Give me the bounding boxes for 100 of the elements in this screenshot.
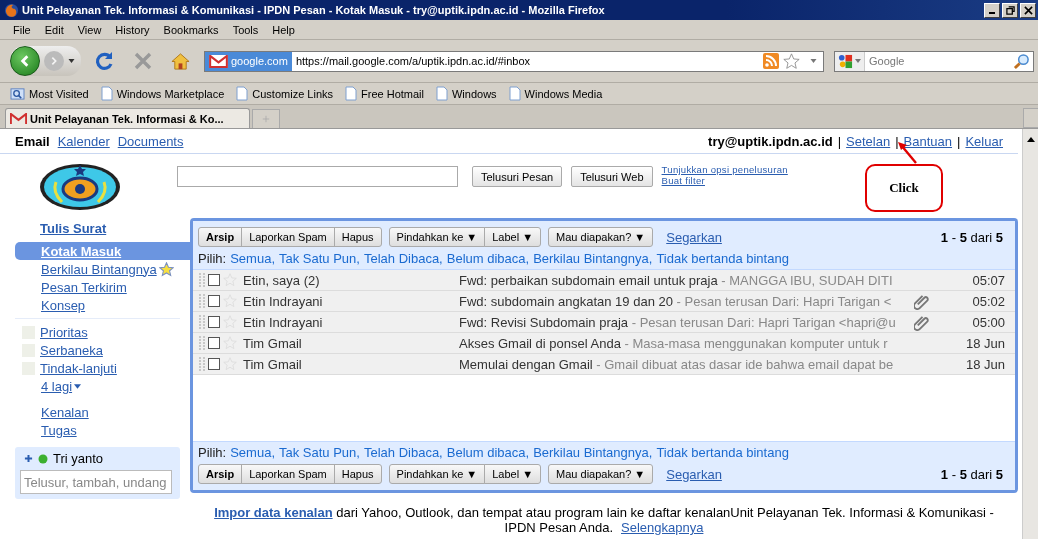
- row-checkbox[interactable]: [208, 358, 220, 370]
- header-link[interactable]: Keluar: [965, 134, 1003, 149]
- menu-button[interactable]: Label ▼: [484, 227, 542, 247]
- bookmark-label[interactable]: Free Hotmail: [361, 87, 424, 100]
- menu-item[interactable]: Edit: [37, 23, 71, 36]
- subject-cell[interactable]: Fwd: subdomain angkatan 19 dan 20 - Pesan terusan Dari: Hapri Tarigan <: [459, 293, 899, 309]
- menu-item[interactable]: View: [70, 23, 109, 36]
- back-button[interactable]: [10, 46, 40, 76]
- subject-cell[interactable]: Fwd: perbaikan subdomain email untuk praja - MANGGA IBU, SUDAH DITI: [459, 272, 899, 288]
- scrollbar[interactable]: [1022, 129, 1038, 539]
- bookmark-label[interactable]: Most Visited: [29, 87, 89, 100]
- header-link[interactable]: Bantuan: [903, 134, 953, 149]
- drag-handle-icon[interactable]: [199, 357, 205, 371]
- minimize-button[interactable]: [984, 2, 1000, 18]
- message-row[interactable]: Tim Gmail Memulai dengan Gmail - Gmail dibuat atas dasar ide bahwa email dapat be 18 Jun: [193, 354, 1015, 375]
- message-row[interactable]: Tim Gmail Akses Gmail di ponsel Anda - Masa-masa menggunakan komputer untuk r 18 Jun: [193, 333, 1015, 354]
- app-link[interactable]: Documents: [117, 134, 184, 149]
- toolbar-button[interactable]: Hapus: [333, 464, 382, 484]
- row-checkbox[interactable]: [208, 316, 220, 328]
- subject-cell[interactable]: Fwd: Revisi Subdomain praja - Pesan terusan Dari: Hapri Tarigan <hapri@u: [459, 314, 899, 330]
- tab-list-button[interactable]: [1023, 108, 1038, 128]
- toolbar-button[interactable]: Arsip: [198, 464, 243, 484]
- scroll-up-icon[interactable]: [1026, 137, 1035, 142]
- folder-item[interactable]: Pesan Terkirim: [15, 278, 180, 296]
- header-link[interactable]: Setelan: [846, 134, 891, 149]
- rss-icon[interactable]: [763, 53, 779, 69]
- message-row[interactable]: Etin, saya (2) Fwd: perbaikan subdomain email untuk praja - MANGGA IBU, SUDAH DITI 05:07: [193, 270, 1015, 291]
- bookmark-star-icon[interactable]: [783, 52, 800, 70]
- select-link[interactable]: Tak Satu Pun,: [279, 445, 360, 460]
- search-bar[interactable]: Google: [834, 50, 1034, 72]
- select-link[interactable]: Tidak bertanda bintang: [656, 445, 789, 460]
- sidebar-link[interactable]: Tugas: [41, 422, 77, 440]
- select-link[interactable]: Telah Dibaca,: [363, 251, 443, 266]
- address-bar[interactable]: google.com https://mail.google.com/a/uptik.ipdn.ac.id/#inbox: [204, 50, 824, 72]
- more-labels-link[interactable]: 4 lagi: [22, 377, 190, 395]
- menu-item[interactable]: Tools: [225, 23, 266, 36]
- drag-handle-icon[interactable]: [199, 273, 205, 287]
- app-link[interactable]: Kalender: [57, 134, 110, 149]
- label-link[interactable]: Tindak-lanjuti: [40, 360, 117, 376]
- select-link[interactable]: Telah Dibaca,: [363, 445, 443, 460]
- select-link[interactable]: Belum dibaca,: [446, 251, 530, 266]
- bookmark-label[interactable]: Windows Marketplace: [116, 87, 225, 100]
- bookmark-label[interactable]: Windows: [452, 87, 497, 100]
- learn-more-link[interactable]: Selengkapnya: [621, 520, 704, 535]
- site-identity-badge[interactable]: google.com: [205, 51, 292, 71]
- app-link[interactable]: Email: [15, 134, 50, 149]
- select-link[interactable]: Berkilau Bintangnya,: [533, 251, 653, 266]
- drag-handle-icon[interactable]: [199, 336, 205, 350]
- select-link[interactable]: Tak Satu Pun,: [279, 251, 360, 266]
- folder-item[interactable]: Konsep: [15, 296, 180, 314]
- menu-item[interactable]: Help: [265, 23, 302, 36]
- menu-item[interactable]: History: [108, 23, 157, 36]
- select-link[interactable]: Berkilau Bintangnya,: [533, 445, 653, 460]
- restore-button[interactable]: [1002, 2, 1018, 18]
- menu-item[interactable]: Bookmarks: [156, 23, 226, 36]
- home-icon[interactable]: [171, 51, 190, 71]
- message-row[interactable]: Etin Indrayani Fwd: subdomain angkatan 19 dan 20 - Pesan terusan Dari: Hapri Tarigan < 05:02: [193, 291, 1015, 312]
- select-link[interactable]: Semua,: [230, 251, 275, 266]
- sidebar-link[interactable]: Kenalan: [41, 404, 89, 422]
- select-link[interactable]: Tidak bertanda bintang: [656, 251, 789, 266]
- mail-search-field[interactable]: [177, 166, 458, 187]
- drag-handle-icon[interactable]: [199, 294, 205, 308]
- import-contacts-link[interactable]: Impor data kenalan: [214, 505, 333, 520]
- subject-cell[interactable]: Memulai dengan Gmail - Gmail dibuat atas dasar ide bahwa email dapat be: [459, 356, 899, 372]
- bookmark-label[interactable]: Customize Links: [252, 87, 333, 100]
- toolbar-button[interactable]: Laporkan Spam: [241, 227, 335, 247]
- select-link[interactable]: Semua,: [230, 445, 275, 460]
- menu-button[interactable]: Mau diapakan? ▼: [548, 227, 654, 247]
- message-row[interactable]: Etin Indrayani Fwd: Revisi Subdomain praja - Pesan terusan Dari: Hapri Tarigan <hapri@u 05:00: [193, 312, 1015, 333]
- search-engine-button[interactable]: [835, 51, 865, 71]
- toolbar-button[interactable]: Laporkan Spam: [241, 464, 335, 484]
- folder-item[interactable]: Berkilau Bintangnya: [15, 260, 180, 278]
- drag-handle-icon[interactable]: [199, 315, 205, 329]
- close-button[interactable]: [1020, 2, 1036, 18]
- browser-tab[interactable]: Unit Pelayanan Tek. Informasi & Ko...: [5, 108, 250, 128]
- search-button[interactable]: Telusuri Pesan: [472, 166, 563, 187]
- chat-search-field[interactable]: Telusur, tambah, undang: [20, 470, 172, 494]
- search-option-link[interactable]: Tunjukkan opsi penelusuran: [661, 164, 788, 175]
- refresh-link[interactable]: Segarkan: [666, 229, 722, 245]
- subject-cell[interactable]: Akses Gmail di ponsel Anda - Masa-masa menggunakan komputer untuk r: [459, 335, 899, 351]
- bookmark-label[interactable]: Windows Media: [524, 87, 603, 100]
- dropdown-icon[interactable]: [810, 59, 817, 63]
- row-checkbox[interactable]: [208, 295, 220, 307]
- menu-button[interactable]: Pindahkan ke ▼: [388, 464, 486, 484]
- menu-button[interactable]: Pindahkan ke ▼: [388, 227, 486, 247]
- row-checkbox[interactable]: [208, 337, 220, 349]
- menu-button[interactable]: Mau diapakan? ▼: [548, 464, 654, 484]
- row-checkbox[interactable]: [208, 274, 220, 286]
- stop-icon[interactable]: [133, 51, 153, 71]
- label-link[interactable]: Serbaneka: [40, 342, 103, 358]
- new-tab-button[interactable]: [252, 109, 280, 128]
- refresh-link[interactable]: Segarkan: [666, 466, 722, 482]
- reload-icon[interactable]: [95, 51, 115, 71]
- search-option-link[interactable]: Buat filter: [661, 175, 788, 186]
- compose-link[interactable]: Tulis Surat: [15, 221, 107, 236]
- menu-item[interactable]: File: [6, 23, 38, 36]
- toolbar-button[interactable]: Arsip: [198, 227, 243, 247]
- select-link[interactable]: Belum dibaca,: [446, 445, 530, 460]
- label-link[interactable]: Prioritas: [40, 324, 88, 340]
- chat-user-name[interactable]: Tri yanto: [53, 451, 104, 466]
